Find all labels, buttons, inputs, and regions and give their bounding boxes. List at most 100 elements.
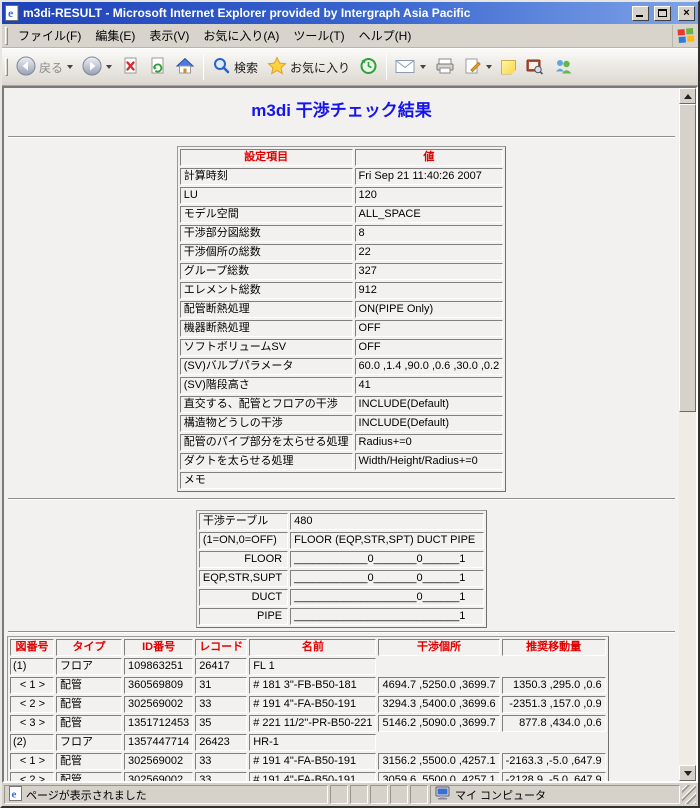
messenger-button[interactable] (549, 54, 577, 81)
result-position: 3059.6 ,5500.0 ,4257.1 (378, 772, 499, 781)
page-title: m3di 干渉チェック結果 (4, 96, 679, 121)
scrollbar-thumb[interactable] (679, 104, 696, 412)
mail-dropdown-icon[interactable] (420, 65, 426, 69)
window-title: m3di-RESULT - Microsoft Internet Explore… (23, 6, 627, 20)
result-row: < 1 > 配管 360569809 31 # 181 3"-FB-B50-18… (10, 677, 606, 694)
arrow-down-icon (684, 771, 692, 776)
menu-items: ファイル(F)編集(E)表示(V)お気に入り(A)ツール(T)ヘルプ(H) (11, 24, 418, 47)
print-button[interactable] (431, 54, 459, 81)
toolbar-separator (203, 54, 204, 80)
matrix-value: ____________________0______1 (290, 589, 484, 606)
scroll-down-button[interactable] (679, 765, 696, 781)
setting-value: Radius+=0 (355, 434, 504, 451)
status-panel (410, 785, 428, 804)
result-id: 1357447714 (124, 734, 193, 751)
result-table: 図番号 タイプ ID番号 レコード 名前 干渉個所 推奨移動量 (1) フロ (7, 636, 609, 781)
forward-icon (82, 56, 102, 79)
result-type: フロア (56, 734, 122, 751)
messenger-icon (553, 57, 573, 78)
settings-row: 計算時刻 Fri Sep 21 11:40:26 2007 (180, 168, 503, 185)
matrix-row: 干渉テーブル 480 (199, 513, 484, 530)
setting-label: 干渉個所の総数 (180, 244, 353, 261)
back-button[interactable]: 戻る (12, 53, 77, 82)
result-move (502, 658, 606, 675)
result-position: 3294.3 ,5400.0 ,3699.6 (378, 696, 499, 713)
research-button[interactable] (521, 54, 548, 81)
setting-value: 60.0 ,1.4 ,90.0 ,0.6 ,30.0 ,0.2 (355, 358, 504, 375)
scroll-up-button[interactable] (679, 88, 696, 104)
menu-item[interactable]: 表示(V) (142, 23, 196, 48)
menu-item[interactable]: 編集(E) (88, 23, 142, 48)
result-type: 配管 (56, 696, 122, 713)
result-col-type: タイプ (56, 639, 122, 656)
ie-page-icon: e (5, 5, 19, 21)
forward-button[interactable] (78, 53, 116, 82)
matrix-label: (1=ON,0=OFF) (199, 532, 288, 549)
result-type: 配管 (56, 772, 122, 781)
setting-label: 配管断熱処理 (180, 301, 353, 318)
result-move: 877.8 ,434.0 ,0.6 (502, 715, 606, 732)
result-col-position: 干渉個所 (378, 639, 499, 656)
result-col-move: 推奨移動量 (502, 639, 606, 656)
history-button[interactable] (355, 53, 382, 81)
result-record: 33 (195, 696, 247, 713)
favorites-button[interactable]: お気に入り (263, 53, 354, 81)
status-message-panel: e ページが表示されました (4, 785, 328, 804)
setting-value: 912 (355, 282, 504, 299)
menu-item[interactable]: お気に入り(A) (196, 23, 286, 48)
menu-item[interactable]: ツール(T) (286, 23, 351, 48)
result-row: (2) フロア 1357447714 26423 HR-1 (10, 734, 606, 751)
result-record: 33 (195, 772, 247, 781)
status-panel (330, 785, 348, 804)
edit-button[interactable] (460, 54, 496, 81)
forward-dropdown-icon[interactable] (106, 65, 112, 69)
menu-item[interactable]: ヘルプ(H) (352, 23, 419, 48)
search-button[interactable]: 検索 (208, 53, 262, 81)
settings-row: 構造物どうしの干渉 INCLUDE(Default) (180, 415, 503, 432)
back-dropdown-icon[interactable] (67, 65, 73, 69)
matrix-label: EQP,STR,SUPT (199, 570, 288, 587)
result-no: < 1 > (10, 753, 54, 770)
settings-row: 直交する、配管とフロアの干渉 INCLUDE(Default) (180, 396, 503, 413)
toolbar-grip[interactable] (5, 58, 8, 76)
result-col-id: ID番号 (124, 639, 193, 656)
edit-icon (464, 57, 482, 78)
refresh-button[interactable] (144, 53, 170, 81)
close-button[interactable]: × (678, 6, 695, 21)
vertical-scrollbar[interactable] (679, 88, 696, 781)
result-move: -2351.3 ,157.0 ,0.9 (502, 696, 606, 713)
result-move (502, 734, 606, 751)
mail-button[interactable] (391, 55, 430, 80)
setting-label: エレメント総数 (180, 282, 353, 299)
title-bar[interactable]: e m3di-RESULT - Microsoft Internet Explo… (2, 2, 698, 24)
result-id: 302569002 (124, 753, 193, 770)
result-type: フロア (56, 658, 122, 675)
browser-viewport: m3di 干渉チェック結果 設定項目 値 計算時刻 Fri Sep 21 11:… (2, 86, 698, 783)
menubar-grip[interactable] (5, 27, 8, 45)
settings-row: 干渉個所の総数 22 (180, 244, 503, 261)
note-button[interactable] (497, 57, 520, 78)
setting-label: 構造物どうしの干渉 (180, 415, 353, 432)
home-button[interactable] (171, 53, 199, 81)
stop-button[interactable] (117, 53, 143, 81)
horizontal-rule (8, 136, 675, 138)
web-page: m3di 干渉チェック結果 設定項目 値 計算時刻 Fri Sep 21 11:… (4, 88, 679, 781)
horizontal-rule (8, 631, 675, 633)
menu-item[interactable]: ファイル(F) (11, 23, 88, 48)
setting-label: メモ (180, 472, 503, 489)
result-record: 26417 (195, 658, 247, 675)
matrix-row: DUCT ____________________0______1 (199, 589, 484, 606)
favorites-icon (267, 56, 287, 78)
status-bar: e ページが表示されました マイ コンピュータ (2, 783, 698, 806)
resize-grip[interactable] (682, 785, 696, 804)
back-label: 戻る (39, 59, 63, 76)
mail-icon (395, 58, 416, 77)
settings-table: 設定項目 値 計算時刻 Fri Sep 21 11:40:26 2007 LU (177, 146, 506, 492)
result-no: < 3 > (10, 715, 54, 732)
edit-dropdown-icon[interactable] (486, 65, 492, 69)
result-no: < 2 > (10, 696, 54, 713)
result-type: 配管 (56, 677, 122, 694)
note-icon (501, 60, 516, 75)
minimize-button[interactable] (632, 6, 649, 21)
maximize-button[interactable] (654, 6, 671, 21)
